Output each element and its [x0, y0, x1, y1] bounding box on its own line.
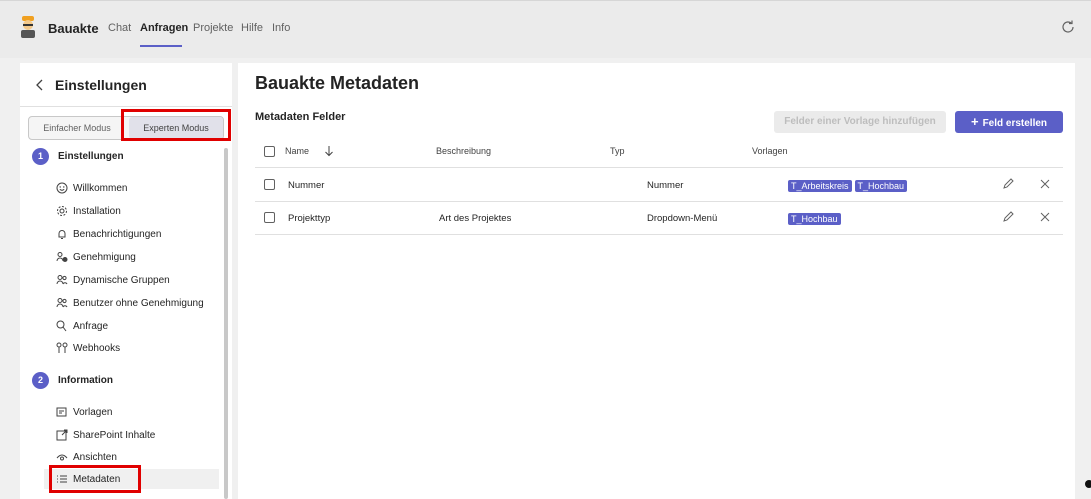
sidebar-item-willkommen[interactable]: Willkommen [56, 178, 127, 198]
divider [255, 234, 1063, 235]
people-icon [56, 275, 68, 285]
people-icon [56, 298, 68, 308]
sidebar-title: Einstellungen [55, 77, 147, 93]
gear-icon [57, 206, 67, 216]
settings-sidebar: Einstellungen Einfacher Modus Experten M… [20, 63, 232, 499]
close-icon[interactable] [1039, 178, 1051, 190]
edit-icon[interactable] [1002, 211, 1014, 223]
column-header-type: Typ [610, 146, 625, 156]
top-bar: Bauakte Chat Anfragen Projekte Hilfe Inf… [0, 0, 1091, 58]
sidebar-item-metadaten[interactable]: Metadaten [44, 469, 219, 489]
sidebar-item-label: Metadaten [73, 473, 121, 485]
sidebar-item-dynamische-gruppen[interactable]: Dynamische Gruppen [56, 270, 170, 290]
people-check-icon [56, 252, 68, 262]
tab-anfragen[interactable]: Anfragen [140, 22, 188, 34]
template-tags: T_Hochbau [788, 209, 844, 227]
sidebar-item-label: Benachrichtigungen [73, 228, 162, 240]
page-title: Bauakte Metadaten [255, 73, 420, 93]
edit-icon[interactable] [1002, 178, 1014, 190]
eye-icon [56, 454, 68, 461]
sidebar-item-label: SharePoint Inhalte [73, 429, 156, 441]
template-tags: T_Arbeitskreis T_Hochbau [788, 176, 910, 194]
step-badge: 2 [32, 372, 49, 389]
active-tab-indicator [140, 45, 182, 47]
row-checkbox[interactable] [264, 212, 275, 223]
sidebar-item-sharepoint-inhalte[interactable]: SharePoint Inhalte [56, 425, 155, 445]
main-panel: Bauakte Metadaten Metadaten Felder Felde… [238, 63, 1075, 499]
template-icon [56, 407, 67, 417]
tab-chat[interactable]: Chat [108, 22, 131, 34]
divider [255, 201, 1063, 202]
tab-hilfe[interactable]: Hilfe [241, 22, 263, 34]
webhooks-icon [56, 342, 68, 353]
sidebar-item-vorlagen[interactable]: Vorlagen [56, 402, 112, 422]
field-type: Nummer [647, 180, 684, 191]
sidebar-item-label: Ansichten [73, 451, 117, 463]
sidebar-item-label: Willkommen [73, 182, 128, 194]
cursor-dot [1085, 480, 1091, 488]
create-field-button[interactable]: + Feld erstellen [955, 111, 1063, 133]
smiley-icon [56, 182, 68, 194]
sidebar-item-label: Dynamische Gruppen [73, 274, 170, 286]
list-icon [57, 475, 67, 483]
divider [255, 167, 1063, 168]
chat-question-icon [56, 320, 67, 332]
share-icon [56, 429, 68, 441]
field-name: Nummer [288, 180, 325, 191]
close-icon[interactable] [1039, 211, 1051, 223]
add-template-fields-button[interactable]: Felder einer Vorlage hinzufügen [774, 111, 946, 133]
section-title: Einstellungen [58, 151, 124, 162]
tab-projekte[interactable]: Projekte [193, 22, 233, 34]
sidebar-item-label: Vorlagen [73, 406, 113, 418]
mode-switch: Einfacher Modus Experten Modus [28, 116, 224, 140]
chevron-left-icon[interactable] [34, 77, 46, 93]
column-header-name[interactable]: Name [285, 146, 309, 156]
refresh-icon[interactable] [1060, 19, 1076, 35]
sidebar-item-label: Webhooks [73, 342, 121, 354]
create-field-label: Feld erstellen [982, 118, 1048, 129]
section-title: Information [58, 375, 113, 386]
sidebar-item-anfrage[interactable]: Anfrage [56, 316, 108, 336]
tab-info[interactable]: Info [272, 22, 290, 34]
app-logo-icon [21, 16, 35, 38]
simple-mode-button[interactable]: Einfacher Modus [29, 117, 125, 139]
select-all-checkbox[interactable] [264, 146, 275, 157]
expert-mode-button[interactable]: Experten Modus [129, 117, 223, 139]
sidebar-item-label: Anfrage [73, 320, 109, 332]
sidebar-scrollbar[interactable] [224, 148, 228, 499]
template-tag: T_Hochbau [788, 213, 841, 225]
sidebar-item-webhooks[interactable]: Webhooks [56, 338, 120, 358]
step-badge: 1 [32, 148, 49, 165]
column-header-description: Beschreibung [436, 146, 492, 156]
plus-icon: + [970, 114, 979, 129]
sidebar-item-genehmigung[interactable]: Genehmigung [56, 247, 136, 267]
sidebar-item-benachrichtigungen[interactable]: Benachrichtigungen [56, 224, 161, 244]
field-description: Art des Projektes [439, 213, 512, 224]
sidebar-item-ansichten[interactable]: Ansichten [56, 447, 117, 467]
row-checkbox[interactable] [264, 179, 275, 190]
template-tag: T_Arbeitskreis [788, 180, 852, 192]
sidebar-item-label: Genehmigung [73, 251, 136, 263]
sidebar-item-installation[interactable]: Installation [56, 201, 121, 221]
field-name: Projekttyp [288, 213, 331, 224]
template-tag: T_Hochbau [854, 180, 908, 192]
sidebar-item-label: Benutzer ohne Genehmigung [73, 297, 204, 309]
sidebar-item-benutzer-ohne-genehmigung[interactable]: Benutzer ohne Genehmigung [56, 293, 204, 313]
sidebar-item-label: Installation [73, 205, 121, 217]
field-type: Dropdown-Menü [647, 213, 718, 224]
column-header-templates: Vorlagen [752, 146, 788, 156]
sidebar-header: Einstellungen [20, 63, 232, 107]
bell-icon [58, 230, 66, 239]
section-subtitle: Metadaten Felder [255, 111, 346, 123]
arrow-down-icon[interactable] [324, 145, 334, 157]
app-name: Bauakte [48, 21, 99, 36]
